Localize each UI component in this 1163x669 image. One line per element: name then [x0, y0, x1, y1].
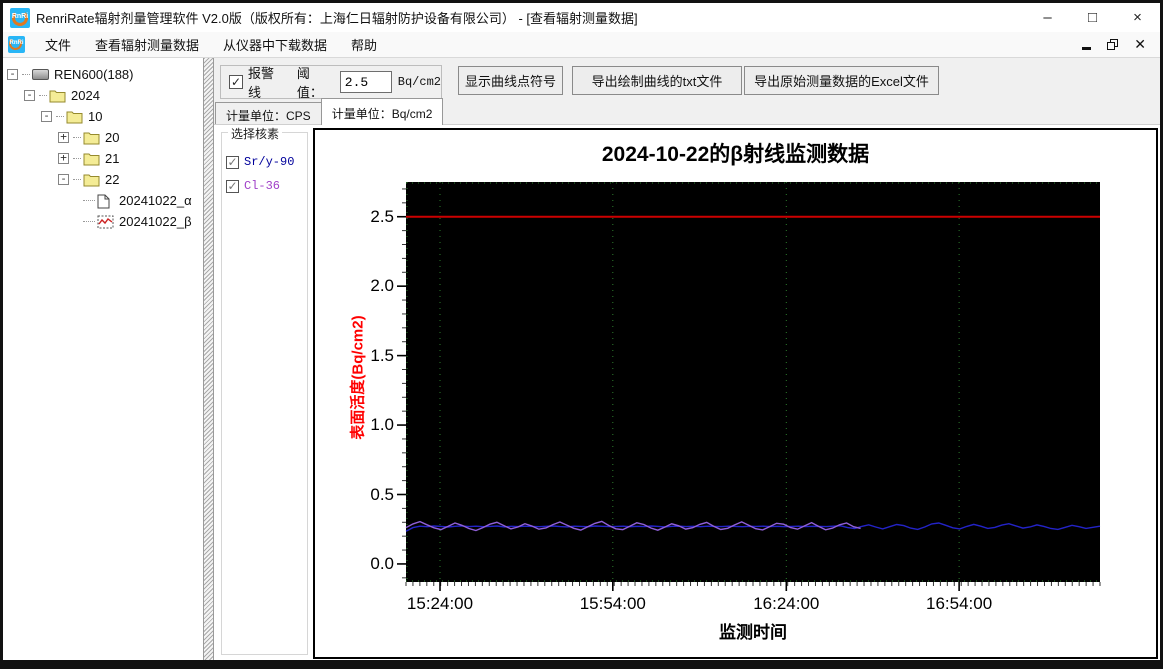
x-tick-label: 15:24:00: [406, 594, 474, 613]
tree-node-file-alpha[interactable]: 20241022_α: [83, 190, 203, 211]
mdi-close-button[interactable]: ✕: [1134, 37, 1146, 51]
tree-node-month[interactable]: - 10: [41, 106, 203, 127]
x-axis-label: 监测时间: [719, 623, 787, 642]
nuclide-label-sr-y-90: Sr/y-90: [244, 155, 295, 169]
export-txt-button[interactable]: 导出绘制曲线的txt文件: [572, 66, 742, 95]
y-tick-label: 0.0: [370, 553, 394, 573]
show-curve-points-button[interactable]: 显示曲线点符号: [458, 66, 563, 95]
threshold-unit: Bq/cm2: [397, 75, 441, 89]
y-tick-label: 1.5: [370, 345, 394, 365]
title-bar: RnRi RenriRate辐射剂量管理软件 V2.0版（版权所有：上海仁日辐射…: [3, 3, 1160, 32]
threshold-label: 阈值：: [296, 66, 323, 100]
expander-icon[interactable]: +: [58, 131, 69, 143]
nuclide-row-cl-36[interactable]: ✓ Cl-36: [226, 179, 307, 193]
folder-icon: [83, 152, 100, 166]
chart-title: 2024-10-22的β射线监测数据: [601, 143, 870, 166]
window-title: RenriRate辐射剂量管理软件 V2.0版（版权所有：上海仁日辐射防护设备有…: [36, 11, 638, 26]
nuclide-row-sr-y-90[interactable]: ✓ Sr/y-90: [226, 155, 307, 169]
tree-node-file-beta-selected[interactable]: 20241022_β: [83, 211, 203, 232]
device-tree: - REN600(188) - 2024 - 10 + 20 + 21 - 22…: [3, 58, 204, 660]
unit-tabs: 计量单位：CPS 计量单位：Bq/cm2: [215, 98, 444, 125]
nuclide-checkbox-cl-36[interactable]: ✓: [226, 179, 239, 193]
nuclide-checkbox-sr-y-90[interactable]: ✓: [226, 155, 239, 169]
export-excel-button[interactable]: 导出原始测量数据的Excel文件: [744, 66, 939, 95]
y-tick-label: 1.0: [370, 415, 394, 435]
y-tick-label: 2.5: [370, 206, 394, 226]
folder-icon: [83, 173, 100, 187]
x-tick-label: 15:54:00: [579, 594, 646, 613]
expander-icon[interactable]: -: [7, 68, 18, 80]
chart-panel: 2024-10-22的β射线监测数据 表面活度(Bq/cm2) 监测时间 0.0…: [313, 128, 1158, 659]
mdi-restore-button[interactable]: [1107, 39, 1119, 50]
device-icon: [32, 69, 49, 80]
menu-download-from-instrument[interactable]: 从仪器中下载数据: [211, 31, 339, 58]
monitoring-chart: 2024-10-22的β射线监测数据 表面活度(Bq/cm2) 监测时间 0.0…: [315, 130, 1156, 657]
tree-node-day-22[interactable]: - 22: [58, 169, 203, 190]
y-tick-label: 2.0: [370, 276, 394, 296]
document-icon: [97, 194, 114, 208]
x-tick-label: 16:54:00: [926, 594, 993, 613]
expander-icon[interactable]: -: [24, 89, 35, 101]
x-tick-label: 16:24:00: [753, 594, 820, 613]
nuclide-selector-group: 选择核素 ✓ Sr/y-90 ✓ Cl-36: [221, 125, 308, 655]
menu-bar: RnRi 文件 查看辐射测量数据 从仪器中下载数据 帮助 ✕: [3, 32, 1160, 58]
alarm-line-label: 报警线: [248, 66, 275, 100]
tree-node-day-21[interactable]: + 21: [58, 148, 203, 169]
alarm-line-group: ✓ 报警线 阈值： Bq/cm2: [220, 65, 442, 100]
expander-icon[interactable]: +: [58, 152, 69, 164]
app-window: RnRi RenriRate辐射剂量管理软件 V2.0版（版权所有：上海仁日辐射…: [0, 0, 1163, 669]
plot-area: [397, 182, 1101, 591]
panel-splitter[interactable]: [204, 58, 214, 660]
tree-node-day-20[interactable]: + 20: [58, 127, 203, 148]
nuclide-label-cl-36: Cl-36: [244, 179, 281, 193]
folder-icon: [49, 89, 66, 103]
tab-unit-bqcm2[interactable]: 计量单位：Bq/cm2: [320, 98, 444, 125]
menu-file[interactable]: 文件: [33, 31, 83, 58]
threshold-input[interactable]: [339, 71, 392, 93]
y-tick-label: 0.5: [370, 484, 394, 504]
folder-icon: [66, 110, 83, 124]
tree-node-device[interactable]: - REN600(188): [7, 64, 203, 85]
maximize-button[interactable]: □: [1070, 3, 1115, 32]
menu-help[interactable]: 帮助: [339, 31, 389, 58]
tree-node-year[interactable]: - 2024: [24, 85, 203, 106]
folder-icon: [83, 131, 100, 145]
minimize-button[interactable]: –: [1025, 3, 1070, 32]
tab-unit-cps[interactable]: 计量单位：CPS: [215, 102, 321, 125]
menu-view-measurement-data[interactable]: 查看辐射测量数据: [83, 31, 211, 58]
alarm-line-checkbox[interactable]: ✓: [229, 75, 243, 89]
main-area: - REN600(188) - 2024 - 10 + 20 + 21 - 22…: [3, 58, 1160, 660]
y-axis-label: 表面活度(Bq/cm2): [349, 315, 367, 440]
tab-page-bqcm2: 选择核素 ✓ Sr/y-90 ✓ Cl-36 2024-10-22的β射线监测数…: [214, 124, 1160, 660]
mdi-minimize-button[interactable]: [1082, 47, 1092, 50]
expander-icon[interactable]: -: [41, 110, 52, 122]
nuclide-group-title: 选择核素: [228, 125, 283, 142]
expander-icon[interactable]: -: [58, 173, 69, 185]
app-logo-icon: RnRi: [10, 7, 30, 28]
close-button[interactable]: ×: [1115, 3, 1160, 32]
app-logo-icon-small: RnRi: [8, 36, 25, 53]
chart-file-icon: [97, 215, 114, 229]
